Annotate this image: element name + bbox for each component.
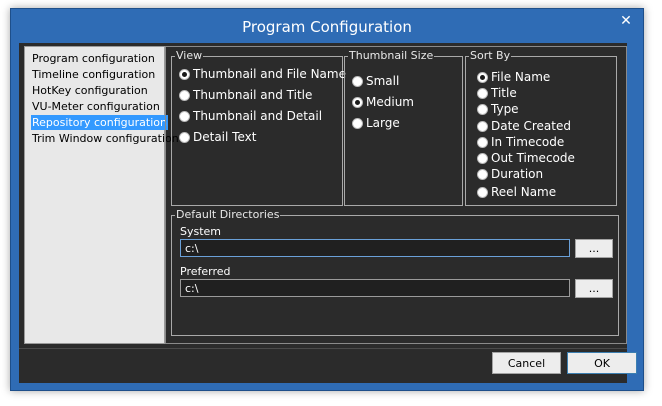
thumbnail-size-legend: Thumbnail Size	[349, 49, 434, 62]
radio-button-icon[interactable]	[477, 168, 488, 180]
radio-label: In Timecode	[491, 135, 565, 149]
thumbnail-size-medium[interactable]: Medium	[352, 95, 414, 109]
close-icon: ✕	[620, 13, 632, 29]
sidebar-item-trim-window-configuration[interactable]: Trim Window configuration	[31, 131, 180, 146]
sidebar-item-timeline-configuration[interactable]: Timeline configuration	[31, 67, 156, 82]
view-group-legend: View	[176, 49, 203, 62]
radio-button-icon[interactable]	[352, 117, 363, 129]
sort-by-reel-name[interactable]: Reel Name	[477, 185, 556, 199]
radio-button-icon[interactable]	[352, 96, 363, 108]
radio-button-icon[interactable]	[477, 87, 488, 99]
radio-label: Medium	[366, 95, 414, 109]
sort-by-title[interactable]: Title	[477, 86, 517, 100]
default-directories-group: Default Directories	[171, 209, 619, 336]
configuration-category-list[interactable]: Program configuration Timeline configura…	[24, 46, 179, 344]
sidebar-item-hotkey-configuration[interactable]: HotKey configuration	[31, 83, 149, 98]
preferred-directory-label: Preferred	[180, 265, 231, 278]
radio-label: Large	[366, 116, 400, 130]
sort-by-in-timecode[interactable]: In Timecode	[477, 135, 564, 149]
radio-button-icon[interactable]	[477, 136, 488, 148]
sort-by-file-name[interactable]: File Name	[477, 70, 550, 84]
view-option-thumbnail-detail[interactable]: Thumbnail and Detail	[179, 109, 322, 123]
radio-button-icon[interactable]	[179, 89, 190, 101]
radio-button-icon[interactable]	[477, 120, 488, 132]
system-directory-label: System	[180, 225, 222, 238]
preferred-browse-button[interactable]: ...	[575, 279, 613, 298]
ok-button[interactable]: OK	[567, 352, 637, 374]
radio-button-icon[interactable]	[477, 152, 488, 164]
radio-label: Type	[491, 102, 519, 116]
program-configuration-window: Program Configuration ✕ Program configur…	[10, 8, 644, 391]
title-bar[interactable]: Program Configuration ✕	[11, 9, 643, 44]
system-directory-input[interactable]	[180, 239, 570, 257]
sort-by-date-created[interactable]: Date Created	[477, 119, 571, 133]
radio-button-icon[interactable]	[179, 68, 190, 80]
thumbnail-size-small[interactable]: Small	[352, 74, 399, 88]
radio-button-icon[interactable]	[477, 71, 488, 83]
sort-by-type[interactable]: Type	[477, 102, 519, 116]
window-title: Program Configuration	[242, 18, 412, 36]
sidebar-item-repository-configuration[interactable]: Repository configuration	[31, 115, 168, 130]
radio-label: Detail Text	[193, 130, 257, 144]
system-browse-button[interactable]: ...	[575, 239, 613, 258]
close-button[interactable]: ✕	[615, 12, 637, 30]
radio-button-icon[interactable]	[352, 75, 363, 87]
sort-by-out-timecode[interactable]: Out Timecode	[477, 151, 575, 165]
radio-button-icon[interactable]	[477, 103, 488, 115]
radio-label: File Name	[491, 70, 551, 84]
cancel-button[interactable]: Cancel	[492, 352, 561, 374]
radio-label: Out Timecode	[491, 151, 575, 165]
radio-button-icon[interactable]	[477, 186, 488, 198]
view-option-detail-text[interactable]: Detail Text	[179, 130, 256, 144]
sort-by-duration[interactable]: Duration	[477, 167, 543, 181]
radio-label: Reel Name	[491, 185, 557, 199]
sidebar-item-vu-meter-configuration[interactable]: VU-Meter configuration	[31, 99, 161, 114]
view-option-thumbnail-file-name[interactable]: Thumbnail and File Name	[179, 67, 346, 81]
radio-label: Title	[491, 86, 517, 100]
radio-button-icon[interactable]	[179, 110, 190, 122]
sidebar-item-program-configuration[interactable]: Program configuration	[31, 51, 156, 66]
radio-label: Duration	[491, 167, 544, 181]
view-option-thumbnail-title[interactable]: Thumbnail and Title	[179, 88, 312, 102]
radio-label: Thumbnail and Title	[193, 88, 313, 102]
thumbnail-size-large[interactable]: Large	[352, 116, 400, 130]
dialog-client-area: Program configuration Timeline configura…	[19, 43, 637, 383]
radio-label: Date Created	[491, 119, 571, 133]
radio-button-icon[interactable]	[179, 131, 190, 143]
default-directories-legend: Default Directories	[176, 208, 280, 221]
radio-label: Thumbnail and File Name	[193, 67, 346, 81]
radio-label: Thumbnail and Detail	[193, 109, 323, 123]
preferred-directory-input[interactable]	[180, 279, 570, 297]
footer-divider	[19, 348, 627, 349]
sort-by-legend: Sort By	[470, 49, 511, 62]
repository-configuration-panel: View Thumbnail and File Name Thumbnail a…	[165, 46, 627, 344]
radio-label: Small	[366, 74, 400, 88]
